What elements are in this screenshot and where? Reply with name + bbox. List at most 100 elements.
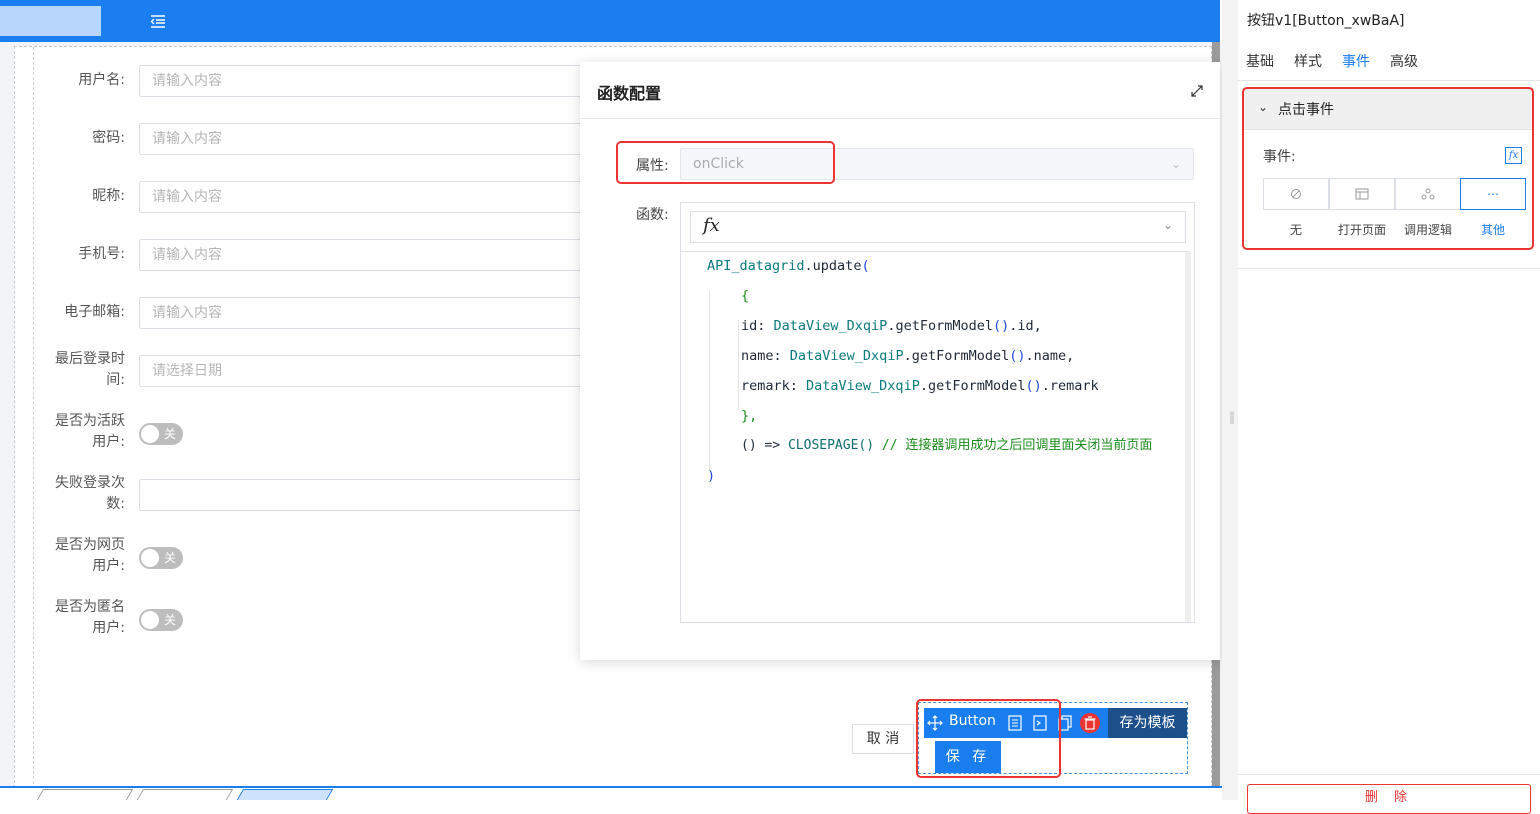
last-login-label-line2: 间: — [106, 372, 125, 388]
code-token: .update — [804, 258, 862, 274]
function-editor: fx ⌄ API_datagrid.update( { id: DataView… — [680, 202, 1195, 623]
password-input[interactable]: 请输入内容 — [139, 123, 619, 155]
top-header-bar — [0, 0, 1220, 42]
dialog-title: 函数配置 — [597, 84, 662, 103]
code-line: { — [741, 288, 750, 304]
password-label: 密码: — [92, 130, 125, 146]
indent-guide — [738, 320, 739, 410]
switch-state-text: 关 — [163, 551, 176, 565]
code-line: ) — [707, 468, 716, 484]
panel-gutter — [1222, 0, 1238, 800]
code-token: () => — [741, 438, 788, 453]
chevron-down-icon: ⌄ — [1170, 157, 1181, 171]
web-user-switch[interactable]: 关 — [139, 547, 183, 569]
switch-knob — [141, 549, 159, 567]
web-user-label: 是否为网页 用户: — [15, 535, 125, 577]
ellipsis-icon: ⋯ — [1487, 187, 1499, 201]
page-tab-active[interactable] — [236, 789, 334, 800]
code-token: .name, — [1025, 348, 1075, 364]
active-user-label-line2: 用户: — [92, 434, 125, 450]
tab-basic[interactable]: 基础 — [1246, 51, 1274, 71]
failed-login-label: 失败登录次 数: — [15, 473, 125, 515]
code-token: id: — [741, 318, 774, 334]
code-editor[interactable]: API_datagrid.update( { id: DataView_Dxqi… — [681, 251, 1191, 622]
phone-input[interactable]: 请输入内容 — [139, 239, 619, 271]
switch-state-text: 关 — [163, 613, 176, 627]
save-as-template-button[interactable]: 存为模板 — [1108, 708, 1187, 738]
last-login-date-picker[interactable]: 请选择日期 — [139, 355, 619, 387]
panel-title: 按钮v1[Button_xwBaA] — [1247, 13, 1405, 29]
shrink-icon[interactable] — [1190, 84, 1204, 98]
failed-login-label-line1: 失败登录次 — [55, 475, 125, 491]
menu-fold-icon[interactable] — [150, 13, 166, 29]
code-line: API_datagrid.update( — [707, 256, 870, 276]
nickname-label: 昵称: — [92, 188, 125, 204]
phone-label: 手机号: — [78, 246, 125, 262]
code-token: .id, — [1009, 318, 1042, 334]
highlight-box-events — [1242, 87, 1534, 250]
active-user-switch[interactable]: 关 — [139, 423, 183, 445]
code-token: () — [992, 318, 1010, 334]
cancel-button[interactable]: 取 消 — [852, 724, 914, 754]
code-token: name: — [741, 348, 790, 364]
code-line: id: DataView_DxqiP.getFormModel().id, — [741, 316, 1042, 336]
code-token: // 连接器调用成功之后回调里面关闭当前页面 — [874, 438, 1153, 453]
function-label: 函数: — [636, 207, 669, 223]
code-token: remark: — [741, 378, 807, 394]
highlight-box-button — [916, 699, 1061, 778]
code-line: () => CLOSEPAGE() // 连接器调用成功之后回调里面关闭当前页面 — [741, 436, 1152, 456]
switch-knob — [141, 611, 159, 629]
code-token: ( — [861, 258, 870, 274]
delete-icon[interactable] — [1079, 712, 1101, 738]
last-login-label-line1: 最后登录时 — [55, 351, 125, 367]
code-line: }, — [741, 408, 758, 424]
delete-component-button[interactable]: 删 除 — [1247, 784, 1531, 814]
email-input[interactable]: 请输入内容 — [139, 297, 619, 329]
code-token: () — [1025, 378, 1042, 394]
code-token: () — [1009, 348, 1026, 364]
tabs-divider — [1238, 80, 1540, 81]
code-token: DataView_DxqiP — [789, 348, 904, 364]
indent-guide — [709, 290, 710, 470]
anonymous-user-switch[interactable]: 关 — [139, 609, 183, 631]
username-label: 用户名: — [78, 72, 125, 88]
failed-login-label-line2: 数: — [106, 496, 125, 512]
function-select[interactable]: fx ⌄ — [690, 211, 1186, 243]
code-token: DataView_DxqiP — [773, 318, 888, 334]
nickname-input[interactable]: 请输入内容 — [139, 181, 619, 213]
page-tab[interactable] — [136, 789, 234, 800]
web-user-label-line1: 是否为网页 — [55, 537, 125, 553]
web-user-label-line2: 用户: — [92, 558, 125, 574]
code-token: .getFormModel — [903, 348, 1010, 364]
code-token: .getFormModel — [887, 318, 993, 334]
highlight-box-property — [616, 141, 835, 184]
code-token: .getFormModel — [919, 378, 1026, 394]
splitter-handle-icon[interactable]: ‖ — [1229, 410, 1235, 424]
event-option-other[interactable]: ⋯ — [1460, 178, 1526, 210]
code-line: remark: DataView_DxqiP.getFormModel().re… — [741, 376, 1099, 396]
username-input[interactable]: 请输入内容 — [139, 65, 619, 97]
email-label: 电子邮箱: — [64, 304, 125, 320]
code-token: DataView_DxqiP — [806, 378, 920, 394]
chevron-down-icon: ⌄ — [1162, 218, 1173, 232]
page-tab[interactable] — [36, 789, 134, 800]
dialog-header-divider — [580, 118, 1220, 119]
code-token: CLOSEPAGE() — [787, 438, 875, 453]
function-config-dialog: 函数配置 属性: onClick ⌄ 函数: fx ⌄ API_datagrid… — [580, 62, 1220, 660]
panel-divider — [1238, 268, 1540, 269]
anonymous-user-label: 是否为匿名 用户: — [15, 597, 125, 639]
code-token: .remark — [1041, 378, 1099, 394]
switch-knob — [141, 425, 159, 443]
active-user-label: 是否为活跃 用户: — [15, 411, 125, 453]
code-line: name: DataView_DxqiP.getFormModel().name… — [741, 346, 1074, 366]
tab-advanced[interactable]: 高级 — [1390, 51, 1418, 71]
logo — [0, 6, 101, 36]
tab-style[interactable]: 样式 — [1294, 51, 1322, 71]
fx-icon: fx — [703, 215, 720, 236]
last-login-label: 最后登录时 间: — [15, 349, 125, 391]
anonymous-user-label-line1: 是否为匿名 — [55, 599, 125, 615]
switch-state-text: 关 — [163, 427, 176, 441]
tab-events[interactable]: 事件 — [1342, 51, 1370, 71]
anonymous-user-label-line2: 用户: — [92, 620, 125, 636]
failed-login-input[interactable] — [139, 479, 619, 511]
